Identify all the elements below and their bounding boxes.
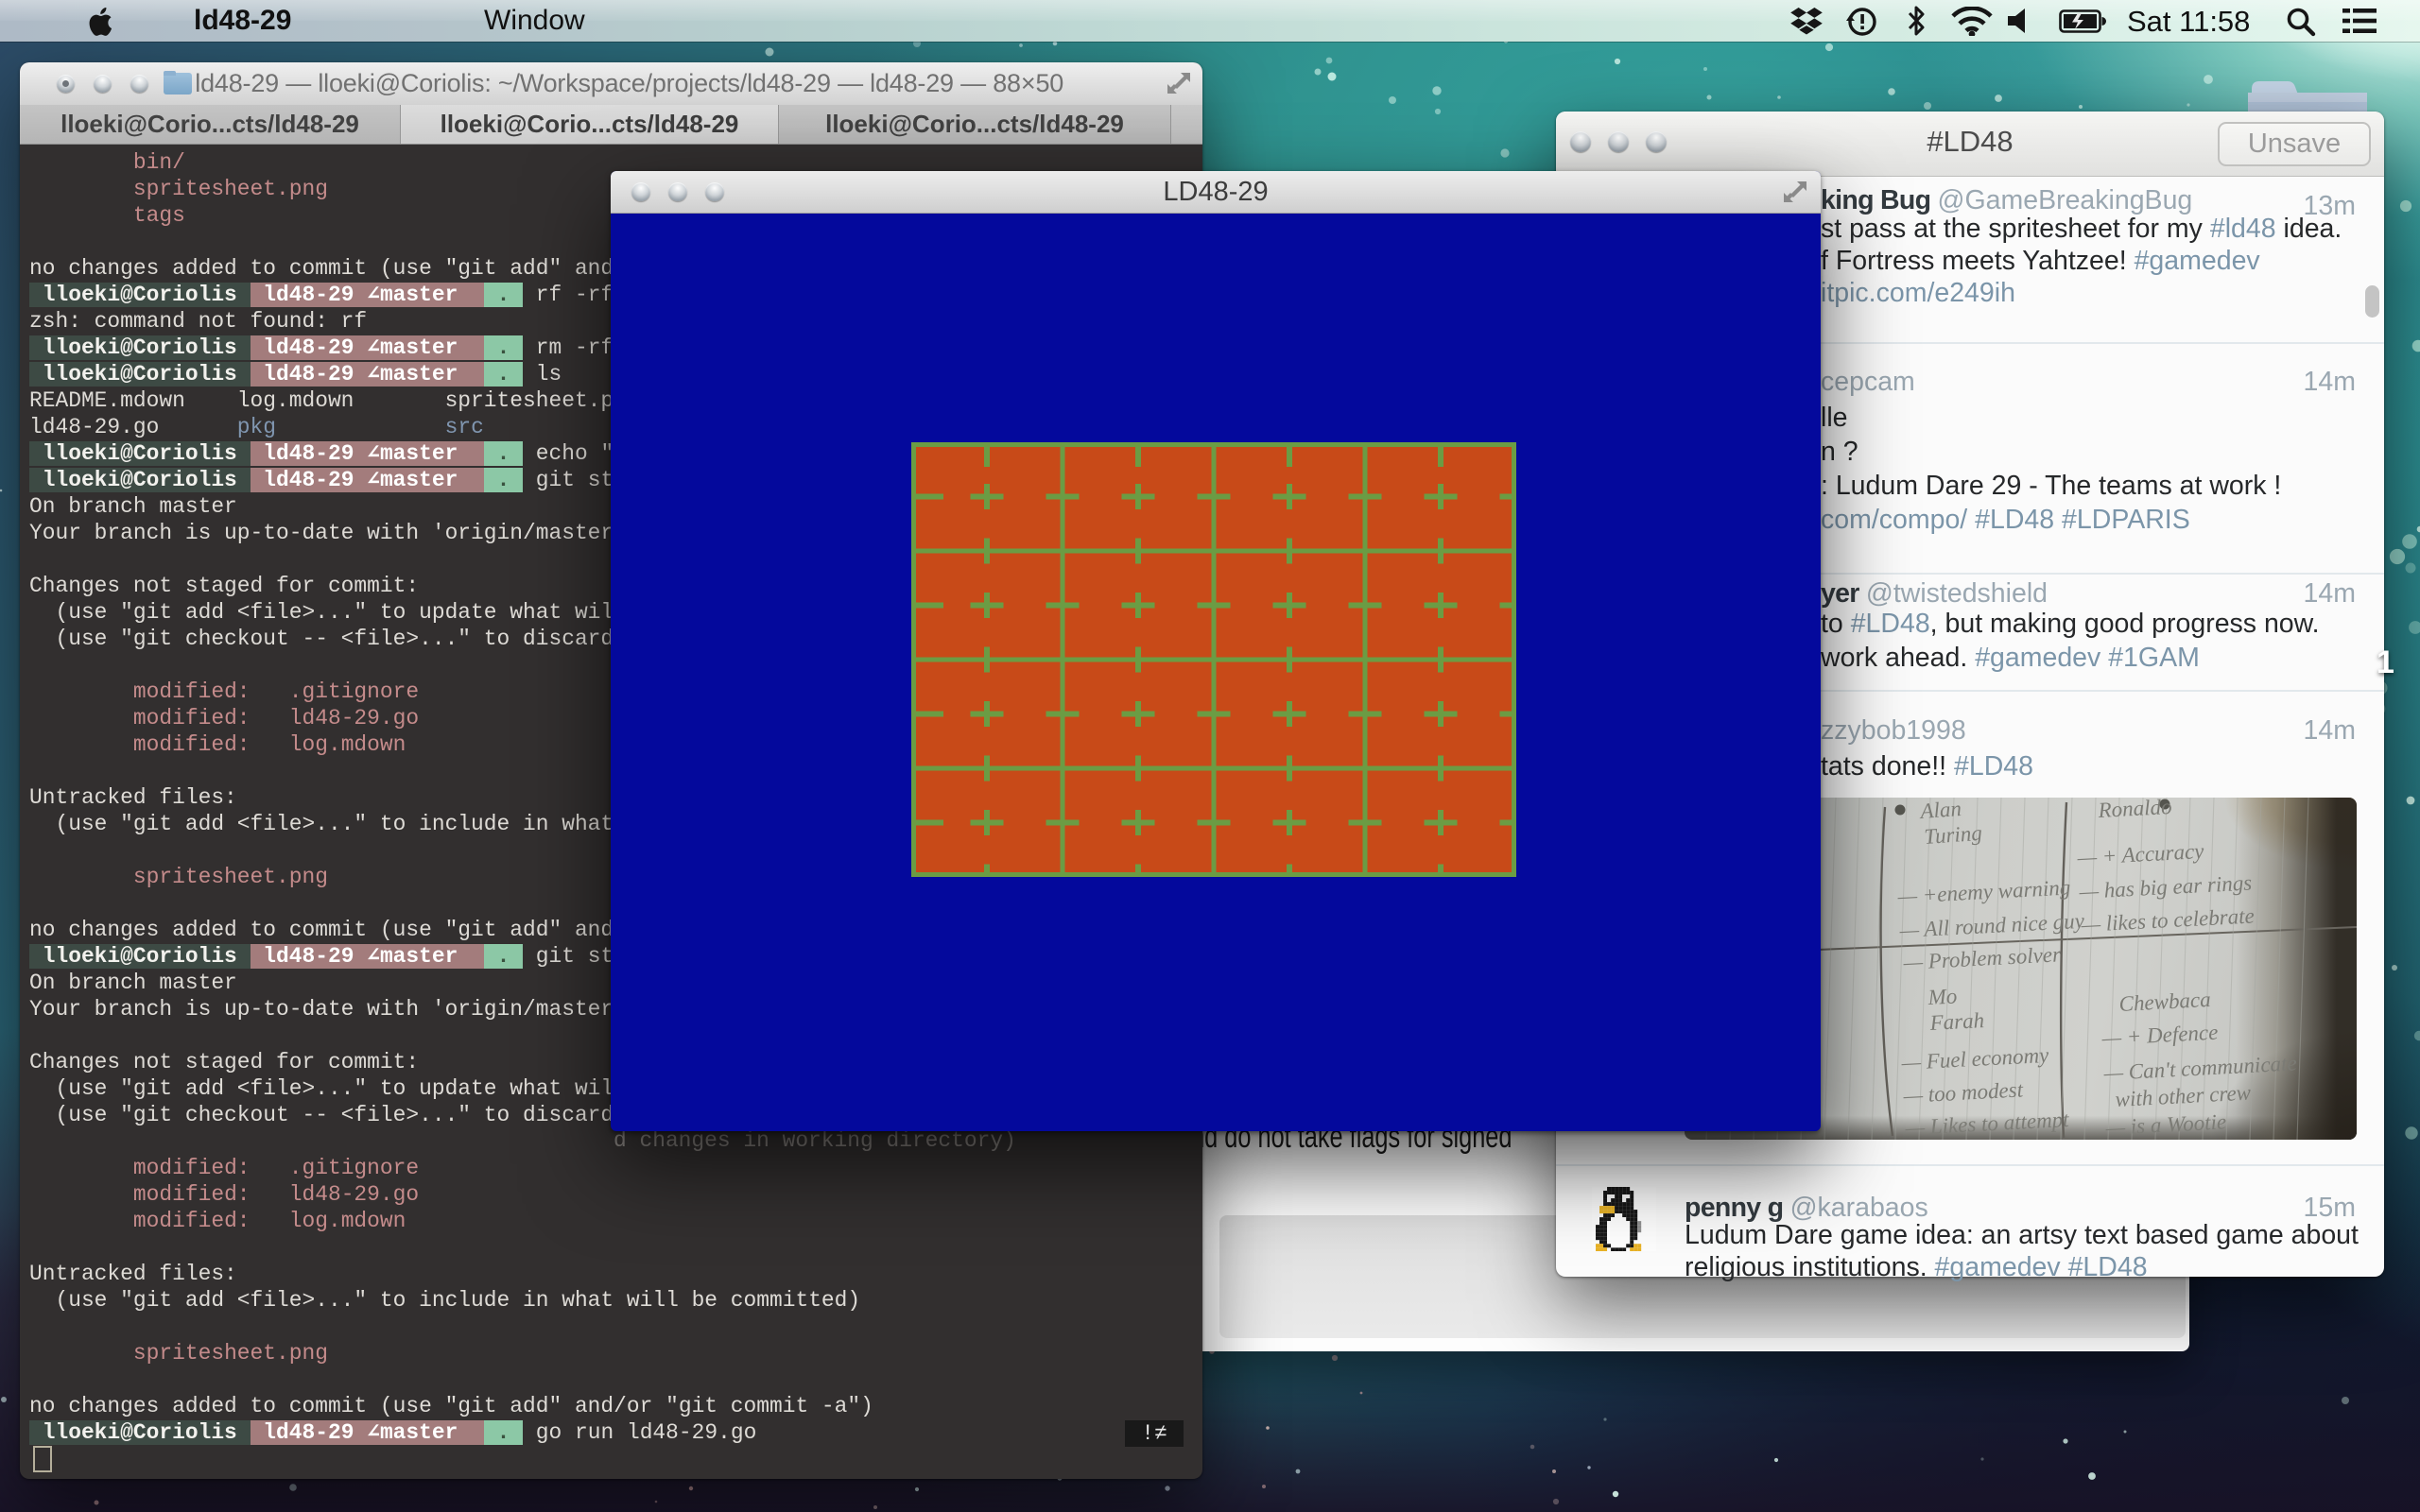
svg-text:— Likes to attempt: — Likes to attempt bbox=[1904, 1108, 2070, 1140]
svg-text:— Problem solver: — Problem solver bbox=[1902, 942, 2063, 974]
svg-text:— Can't communicate: — Can't communicate bbox=[2102, 1051, 2297, 1085]
svg-text:— + Defence: — + Defence bbox=[2100, 1021, 2219, 1050]
svg-text:Alan: Alan bbox=[1918, 798, 1962, 823]
svg-text:— + Accuracy: — + Accuracy bbox=[2076, 839, 2205, 869]
svg-text:Chewbaca: Chewbaca bbox=[2118, 988, 2211, 1016]
svg-text:with other crew: with other crew bbox=[2115, 1080, 2252, 1111]
svg-text:— too modest: — too modest bbox=[1902, 1077, 2024, 1108]
svg-text:Farah: Farah bbox=[1928, 1008, 1985, 1035]
svg-text:Mo: Mo bbox=[1927, 984, 1958, 1009]
svg-text:bigger challenges: bigger challenges bbox=[1922, 1138, 2078, 1140]
svg-text:— is a Wootie: — is a Wootie bbox=[2104, 1109, 2227, 1140]
svg-text:Turing: Turing bbox=[1924, 821, 1983, 849]
svg-text:Ronaldo: Ronaldo bbox=[2097, 798, 2172, 822]
svg-text:— has big ear rings: — has big ear rings bbox=[2078, 870, 2253, 903]
